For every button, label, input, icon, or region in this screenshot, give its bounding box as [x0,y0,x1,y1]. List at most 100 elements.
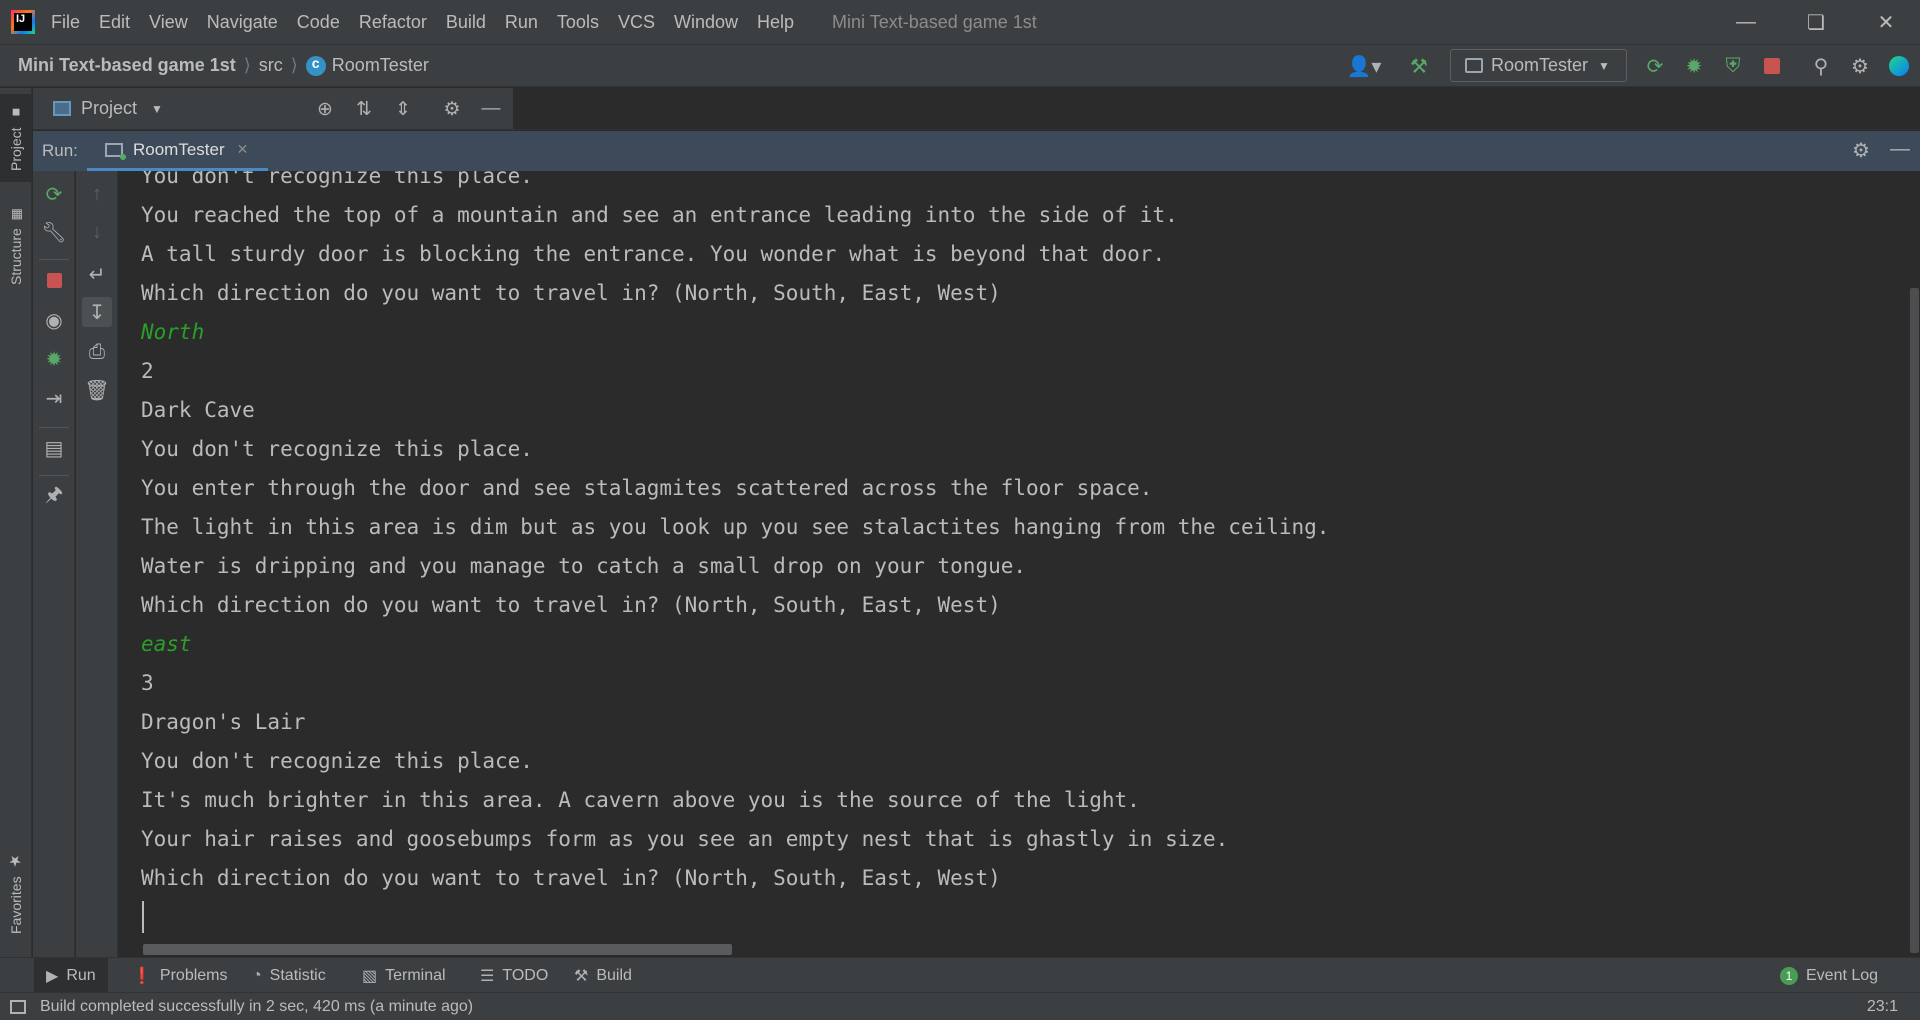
run-panel-label: Run: [42,141,78,160]
menu-view[interactable]: View [149,12,188,33]
menu-bar: File Edit View Navigate Code Refactor Build Run… [51,12,813,33]
scroll-up-arrow-icon[interactable]: ↑ [82,179,112,209]
menu-edit[interactable]: Edit [99,12,130,33]
close-tab-icon[interactable]: ✕ [237,141,249,158]
menu-help[interactable]: Help [757,12,794,33]
run-tab-roomtester[interactable]: RoomTester ✕ [87,131,269,171]
vertical-scrollbar-thumb[interactable] [1910,288,1919,953]
tab-todo-label: TODO [502,966,549,984]
run-configuration-selector[interactable]: RoomTester ▼ [1450,49,1627,82]
console-output-line: 3 [141,671,154,695]
run-configuration-label: RoomTester [1491,55,1589,75]
toolbar-separator [39,259,69,260]
tab-build[interactable]: ⚒ Build [562,958,644,993]
left-tool-stripe: Project ■ Structure ▦ Favorites ★ [0,88,32,957]
horizontal-scrollbar[interactable] [143,944,732,955]
debug-bug-icon[interactable]: ✹ [1679,52,1709,80]
login-import-icon[interactable]: ⇥ [39,383,69,413]
scroll-to-end-icon[interactable]: ↧ [82,297,112,327]
project-settings-gear-icon[interactable]: ⚙ [439,96,465,122]
soft-wrap-icon[interactable]: ↵ [82,259,112,289]
console-output-line: Your hair raises and goosebumps form as … [141,827,1229,851]
run-panel-header: Run: RoomTester ✕ [33,131,1920,171]
menu-file[interactable]: File [51,12,80,33]
menu-build[interactable]: Build [446,12,486,33]
project-panel-title[interactable]: Project [81,98,137,119]
run-with-coverage-icon[interactable]: ⛨ [1718,52,1748,80]
collapse-all-icon[interactable]: ⇕ [390,96,416,122]
menu-run[interactable]: Run [505,12,538,33]
tab-statistic[interactable]: ◔ Statistic [240,958,338,993]
menu-window[interactable]: Window [674,12,738,33]
print-icon[interactable]: ⎙ [82,337,112,367]
pin-icon[interactable]: 🖈︎ [39,482,69,512]
tab-problems[interactable]: ❗ Problems [120,958,240,993]
close-window-button[interactable]: ✕ [1856,0,1916,44]
run-toolbar-primary: ⟳ 🔧︎ ◉ ✹ ⇥ ▤ 🖈︎ [33,171,75,957]
console-output-line: It's much brighter in this area. A caver… [141,788,1140,812]
run-panel-hide-icon[interactable]: — [1890,138,1910,161]
scroll-down-arrow-icon[interactable]: ↓ [82,217,112,247]
statistic-gauge-icon: ◔ [252,966,262,984]
event-log-count-badge: 1 [1780,966,1798,985]
search-icon[interactable]: ⚲ [1806,52,1836,80]
console-user-input-line: North [141,320,205,344]
project-view-icon [53,101,71,116]
terminal-icon: ▧ [362,967,378,985]
breadcrumb-file[interactable]: RoomTester [332,55,429,76]
cursor-position[interactable]: 23:1 [1867,998,1898,1016]
toggle-tool-windows-icon[interactable] [10,999,26,1014]
stop-icon[interactable] [1757,52,1787,80]
console-output-line: You reached the top of a mountain and se… [141,203,1178,227]
folder-icon: ■ [8,105,24,122]
menu-tools[interactable]: Tools [557,12,599,33]
settings-gear-icon[interactable]: ⚙ [1845,52,1875,80]
build-hammer-icon[interactable]: ⚒ [1404,52,1434,80]
structure-tool-tab[interactable]: Structure ▦ [0,198,32,294]
tab-run[interactable]: ▶ Run [34,958,108,993]
breadcrumb-separator-icon: ⟩ [290,55,298,75]
code-with-me-icon[interactable] [1884,52,1914,80]
console-output-line: You don't recognize this place. [141,437,533,461]
wrench-icon[interactable]: 🔧︎ [39,217,69,247]
run-console[interactable]: You don't recognize this place. You reach… [119,171,1909,957]
bottom-tool-tabs: ▶ Run ❗ Problems ◔ Statistic ▧ Terminal … [0,957,1920,993]
menu-navigate[interactable]: Navigate [207,12,278,33]
debug-bug-icon[interactable]: ✹ [39,344,69,374]
console-output-line: Dragon's Lair [141,710,306,734]
menu-vcs[interactable]: VCS [618,12,655,33]
run-toolbar-secondary: ↑ ↓ ↵ ↧ ⎙ 🗑︎ [76,171,118,957]
tab-problems-label: Problems [159,966,228,984]
stop-icon[interactable] [39,265,69,295]
project-tool-tab[interactable]: Project ■ [0,94,32,182]
run-config-icon [105,142,126,160]
structure-icon: ▦ [8,207,24,223]
breadcrumb-folder[interactable]: src [259,55,283,76]
chevron-down-icon[interactable]: ▼ [151,102,163,116]
console-output-line: Dark Cave [141,398,255,422]
hide-panel-icon[interactable]: — [478,96,504,122]
todo-list-icon: ☰ [480,967,495,985]
locate-target-icon[interactable]: ⊕ [312,96,338,122]
camera-icon[interactable]: ◉ [39,305,69,335]
tab-event-log[interactable]: 1 Event Log [1768,958,1890,993]
favorites-tool-tab[interactable]: Favorites ★ [0,844,32,942]
expand-all-icon[interactable]: ⇅ [351,96,377,122]
layout-icon[interactable]: ▤ [39,433,69,463]
breadcrumb-project[interactable]: Mini Text-based game 1st [18,55,236,76]
rerun-icon[interactable]: ⟳ [1640,52,1670,80]
menu-refactor[interactable]: Refactor [359,12,427,33]
toolbar-separator [39,427,69,428]
trash-clear-icon[interactable]: 🗑︎ [82,375,112,405]
run-panel-settings-gear-icon[interactable]: ⚙ [1852,138,1870,163]
tab-todo[interactable]: ☰ TODO [468,958,560,993]
status-message: Build completed successfully in 2 sec, 4… [40,997,474,1015]
menu-code[interactable]: Code [297,12,340,33]
tab-terminal[interactable]: ▧ Terminal [350,958,458,993]
rerun-icon[interactable]: ⟳ [39,179,69,209]
user-account-icon[interactable]: 👤▾ [1344,52,1384,80]
minimize-button[interactable]: — [1716,0,1776,44]
restore-button[interactable]: ❏ [1786,0,1846,44]
intellij-logo-icon: IJ [11,10,35,34]
build-hammer-icon: ⚒ [574,967,589,985]
